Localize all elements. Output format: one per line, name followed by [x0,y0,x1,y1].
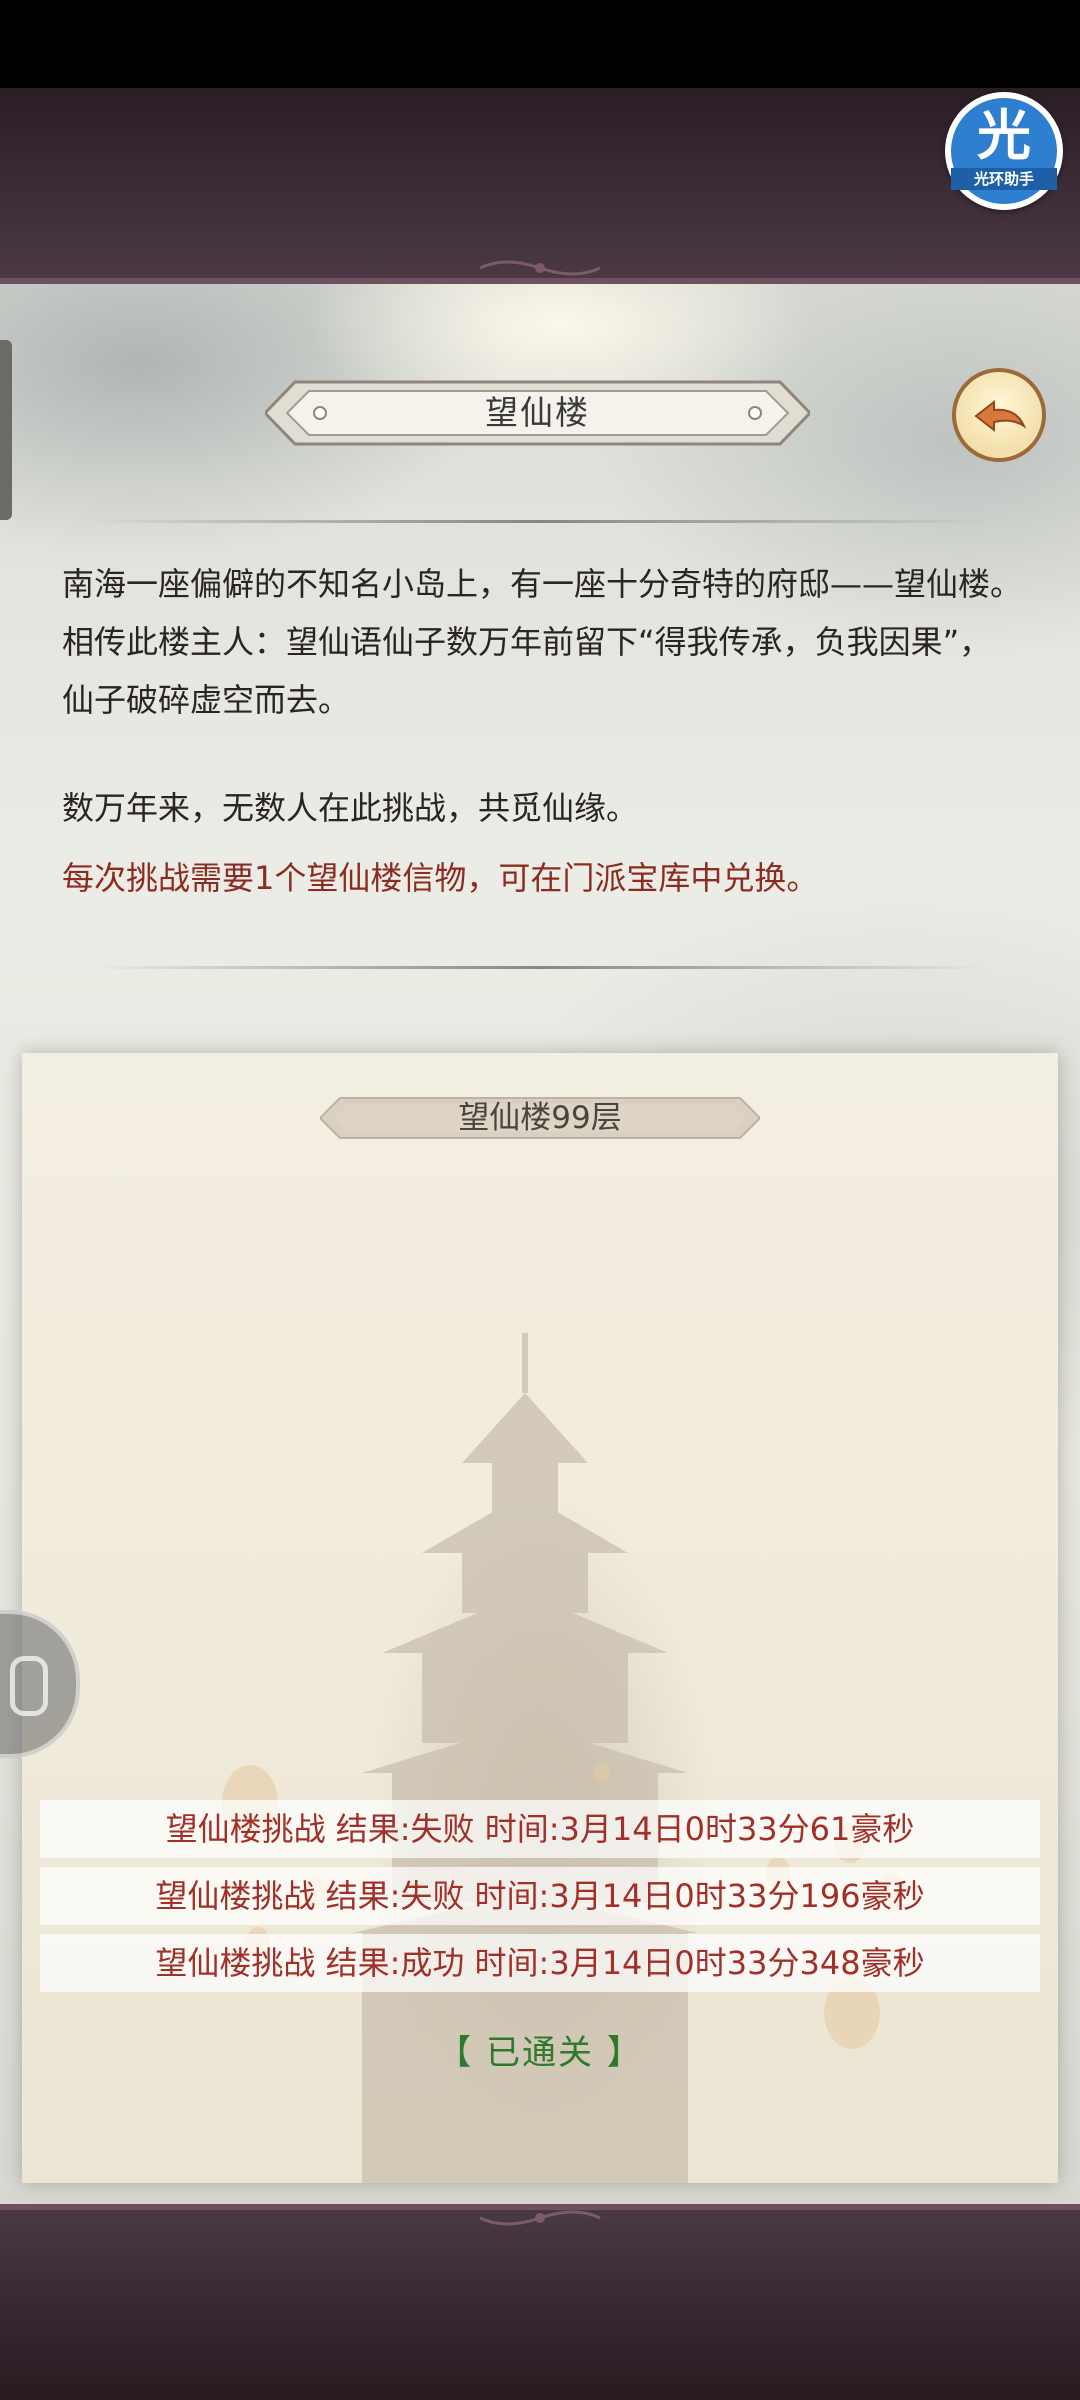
status-bar [0,0,1080,88]
challenge-records: 望仙楼挑战 结果:失败 时间:3月14日0时33分61豪秒 望仙楼挑战 结果:失… [40,1800,1040,2001]
page-title: 望仙楼 [485,393,590,432]
record-row: 望仙楼挑战 结果:成功 时间:3月14日0时33分348豪秒 [40,1934,1040,1992]
bottom-ornament-icon [479,2210,601,2226]
back-arrow-icon [974,399,1027,433]
top-ornament-icon [479,260,601,276]
record-row: 望仙楼挑战 结果:失败 时间:3月14日0时33分196豪秒 [40,1867,1040,1925]
top-frame [0,88,1080,284]
helper-badge-icon: 光 光环助手 [951,98,1057,204]
intro-text: 南海一座偏僻的不知名小岛上，有一座十分奇特的府邸——望仙楼。相传此楼主人：望仙语… [62,555,1022,907]
intro-paragraph-2: 数万年来，无数人在此挑战，共觅仙缘。 [62,789,639,827]
floor-label-text: 望仙楼99层 [458,1100,622,1136]
bottom-frame [0,2204,1080,2400]
side-tab-handle[interactable] [0,340,12,520]
title-plaque: 望仙楼 [265,376,810,450]
floor-label: 望仙楼99层 [320,1093,760,1143]
back-button[interactable] [952,368,1046,462]
challenge-cost-note: 每次挑战需要1个望仙楼信物，可在门派宝库中兑换。 [62,859,819,897]
tower-panel [22,1053,1058,2183]
helper-badge-label: 光环助手 [951,168,1057,190]
helper-badge-glyph: 光 [977,104,1031,167]
cleared-status: 【 已通关 】 [437,2033,643,2073]
helper-app-badge[interactable]: 光 光环助手 [945,92,1063,210]
assistant-icon [10,1656,48,1716]
intro-paragraph-1: 南海一座偏僻的不知名小岛上，有一座十分奇特的府邸——望仙楼。相传此楼主人：望仙语… [62,565,1023,719]
middle-divider [90,966,990,969]
top-divider [90,520,990,523]
record-row: 望仙楼挑战 结果:失败 时间:3月14日0时33分61豪秒 [40,1800,1040,1858]
